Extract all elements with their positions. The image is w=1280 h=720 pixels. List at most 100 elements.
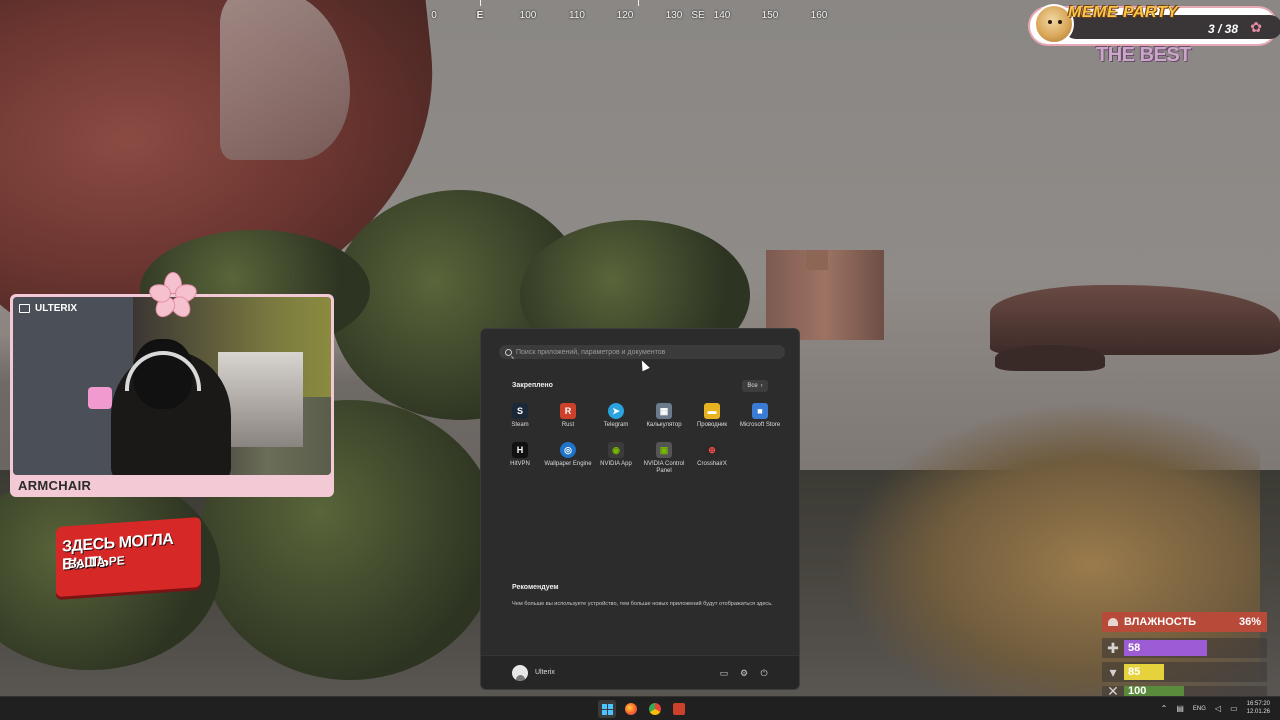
flower-icon: ✿ bbox=[1250, 19, 1262, 35]
humidity-bar: ВЛАЖНОСТЬ 36% bbox=[1102, 612, 1267, 632]
app-label: Калькулятор bbox=[646, 422, 682, 428]
start-menu: Поиск приложений, параметров и документо… bbox=[480, 328, 800, 690]
user-name: Ulterix bbox=[535, 669, 555, 676]
start-search-input[interactable]: Поиск приложений, параметров и документо… bbox=[499, 345, 785, 359]
search-placeholder: Поиск приложений, параметров и документо… bbox=[516, 348, 666, 356]
app-label: Microsoft Store bbox=[739, 422, 781, 428]
monitor-icon bbox=[19, 304, 30, 313]
pinned-app-calculator[interactable]: ▦ Калькулятор bbox=[640, 403, 688, 429]
webcam-platform-name: ULTERIX bbox=[35, 303, 78, 314]
pinned-app-nvidia-app[interactable]: ◉ NVIDIA App bbox=[592, 442, 640, 475]
taskbar-rust[interactable] bbox=[670, 700, 688, 718]
recommended-text: Чем больше вы используете устройство, те… bbox=[512, 601, 773, 607]
language-indicator[interactable]: ENG bbox=[1193, 706, 1206, 712]
compass-tick: 150 bbox=[761, 10, 779, 21]
pinned-app-explorer[interactable]: ▬ Проводник bbox=[688, 403, 736, 429]
webcam-name: ARMCHAIR bbox=[18, 478, 92, 493]
app-label: Steam bbox=[511, 422, 529, 428]
app-label: NVIDIA App bbox=[600, 461, 632, 468]
firefox-icon bbox=[625, 703, 637, 715]
pinned-app-telegram[interactable]: ➤ Telegram bbox=[592, 403, 640, 429]
chrome-icon bbox=[649, 703, 661, 715]
compass-tick: 140 bbox=[713, 10, 731, 21]
app-label: Telegram bbox=[603, 422, 629, 428]
store-icon: ■ bbox=[752, 403, 768, 419]
app-label: CrosshairX bbox=[697, 461, 727, 468]
meme-party-subtitle: THE BEST bbox=[1096, 44, 1191, 66]
doge-eye bbox=[1058, 20, 1062, 24]
telegram-icon: ➤ bbox=[608, 403, 624, 419]
steam-icon: S bbox=[512, 403, 528, 419]
webcam-video: ULTERIX bbox=[13, 297, 331, 475]
taskbar-chrome[interactable] bbox=[646, 700, 664, 718]
compass: 0 E 100 110 120 130 SE 140 150 160 bbox=[430, 0, 840, 28]
compass-tick: 160 bbox=[810, 10, 828, 21]
health-bar: 58 bbox=[1124, 640, 1207, 656]
app-label: NVIDIA Control Panel bbox=[643, 461, 685, 475]
settings-gear-icon[interactable]: ⚙ bbox=[739, 668, 749, 678]
documents-folder-icon[interactable]: ▭ bbox=[719, 668, 729, 678]
water-row: ✕ 100 bbox=[1102, 686, 1267, 696]
sakura-flower-icon bbox=[146, 272, 200, 322]
user-avatar-icon bbox=[512, 665, 528, 681]
water-bar: 100 bbox=[1124, 686, 1184, 696]
rock-island bbox=[990, 285, 1280, 355]
folder-icon: ▬ bbox=[704, 403, 720, 419]
clock[interactable]: 16:57:20 12.01.26 bbox=[1247, 701, 1270, 716]
network-icon[interactable]: ▤ bbox=[1176, 704, 1184, 713]
calculator-icon: ▦ bbox=[656, 403, 672, 419]
pinned-app-hitvpn[interactable]: H HitVPN bbox=[496, 442, 544, 475]
health-cross-icon: ✚ bbox=[1107, 639, 1119, 656]
pinned-app-crosshairx[interactable]: ⊕ CrosshairX bbox=[688, 442, 736, 475]
compass-mark bbox=[480, 0, 481, 6]
wallpaper-engine-icon: ◎ bbox=[560, 442, 576, 459]
humidity-value: 36% bbox=[1238, 616, 1261, 628]
pinned-app-wallpaper-engine[interactable]: ◎ Wallpaper Engine bbox=[544, 442, 592, 475]
webcam-pink-object bbox=[88, 387, 112, 409]
compass-tick: 120 bbox=[616, 10, 634, 21]
pinned-app-steam[interactable]: S Steam bbox=[496, 403, 544, 429]
nvidia-control-panel-icon: ▣ bbox=[656, 442, 672, 459]
pinned-app-microsoft-store[interactable]: ■ Microsoft Store bbox=[736, 403, 784, 429]
food-bar: 85 bbox=[1124, 664, 1164, 680]
start-menu-footer: Ulterix ▭ ⚙ ⏻ bbox=[481, 655, 799, 689]
clock-date: 12.01.26 bbox=[1246, 708, 1270, 715]
food-cup-icon: ▾ bbox=[1109, 663, 1117, 680]
start-button[interactable] bbox=[598, 700, 616, 718]
food-row: ▾ 85 bbox=[1102, 662, 1267, 682]
compass-tick: 110 bbox=[569, 10, 585, 21]
meme-party-title: MEME PARTY bbox=[1068, 4, 1179, 21]
recommended-section-title: Рекомендуем bbox=[512, 584, 559, 591]
search-icon bbox=[505, 348, 512, 356]
taskbar-firefox[interactable] bbox=[622, 700, 640, 718]
compass-tick: 130 bbox=[665, 10, 683, 21]
ad-sign: ЗДЕСЬ МОГЛА БЫТЬ ВАША РЕ bbox=[56, 516, 201, 598]
app-label: Rust bbox=[561, 422, 575, 428]
meme-party-widget: 3 / 38 ✿ MEME PARTY bbox=[1016, 4, 1280, 44]
pinned-apps-grid: S Steam R Rust ➤ Telegram ▦ Калькулятор … bbox=[496, 403, 786, 476]
compass-tick: 0 bbox=[431, 10, 437, 21]
rust-icon bbox=[673, 703, 685, 715]
app-label: HitVPN bbox=[510, 461, 530, 468]
humidity-label: ВЛАЖНОСТЬ bbox=[1124, 616, 1197, 628]
doge-eye bbox=[1048, 20, 1052, 24]
webcam-platform-label: ULTERIX bbox=[19, 303, 77, 314]
pinned-section-title: Закреплено bbox=[512, 382, 553, 389]
chevron-up-icon[interactable]: ⌃ bbox=[1161, 704, 1168, 713]
nvidia-app-icon: ◉ bbox=[608, 442, 624, 459]
volume-icon[interactable]: ◁ bbox=[1215, 704, 1221, 713]
power-icon[interactable]: ⏻ bbox=[759, 668, 769, 678]
water-icon: ✕ bbox=[1107, 686, 1119, 696]
app-label: Wallpaper Engine bbox=[544, 461, 592, 468]
app-label: Проводник bbox=[696, 422, 728, 428]
pinned-app-nvidia-control-panel[interactable]: ▣ NVIDIA Control Panel bbox=[640, 442, 688, 475]
pinned-app-rust[interactable]: R Rust bbox=[544, 403, 592, 429]
taskbar: ⌃ ▤ ENG ◁ ▭ 16:57:20 12.01.26 bbox=[0, 696, 1280, 720]
compass-tick: 100 bbox=[519, 10, 537, 21]
tower-top bbox=[806, 250, 828, 270]
crosshairx-icon: ⊕ bbox=[704, 442, 720, 459]
battery-icon[interactable]: ▭ bbox=[1230, 704, 1238, 713]
all-apps-button[interactable]: Все › bbox=[742, 380, 768, 392]
chevron-right-icon: › bbox=[760, 383, 763, 389]
webcam-overlay: ULTERIX ARMCHAIR bbox=[10, 294, 334, 497]
